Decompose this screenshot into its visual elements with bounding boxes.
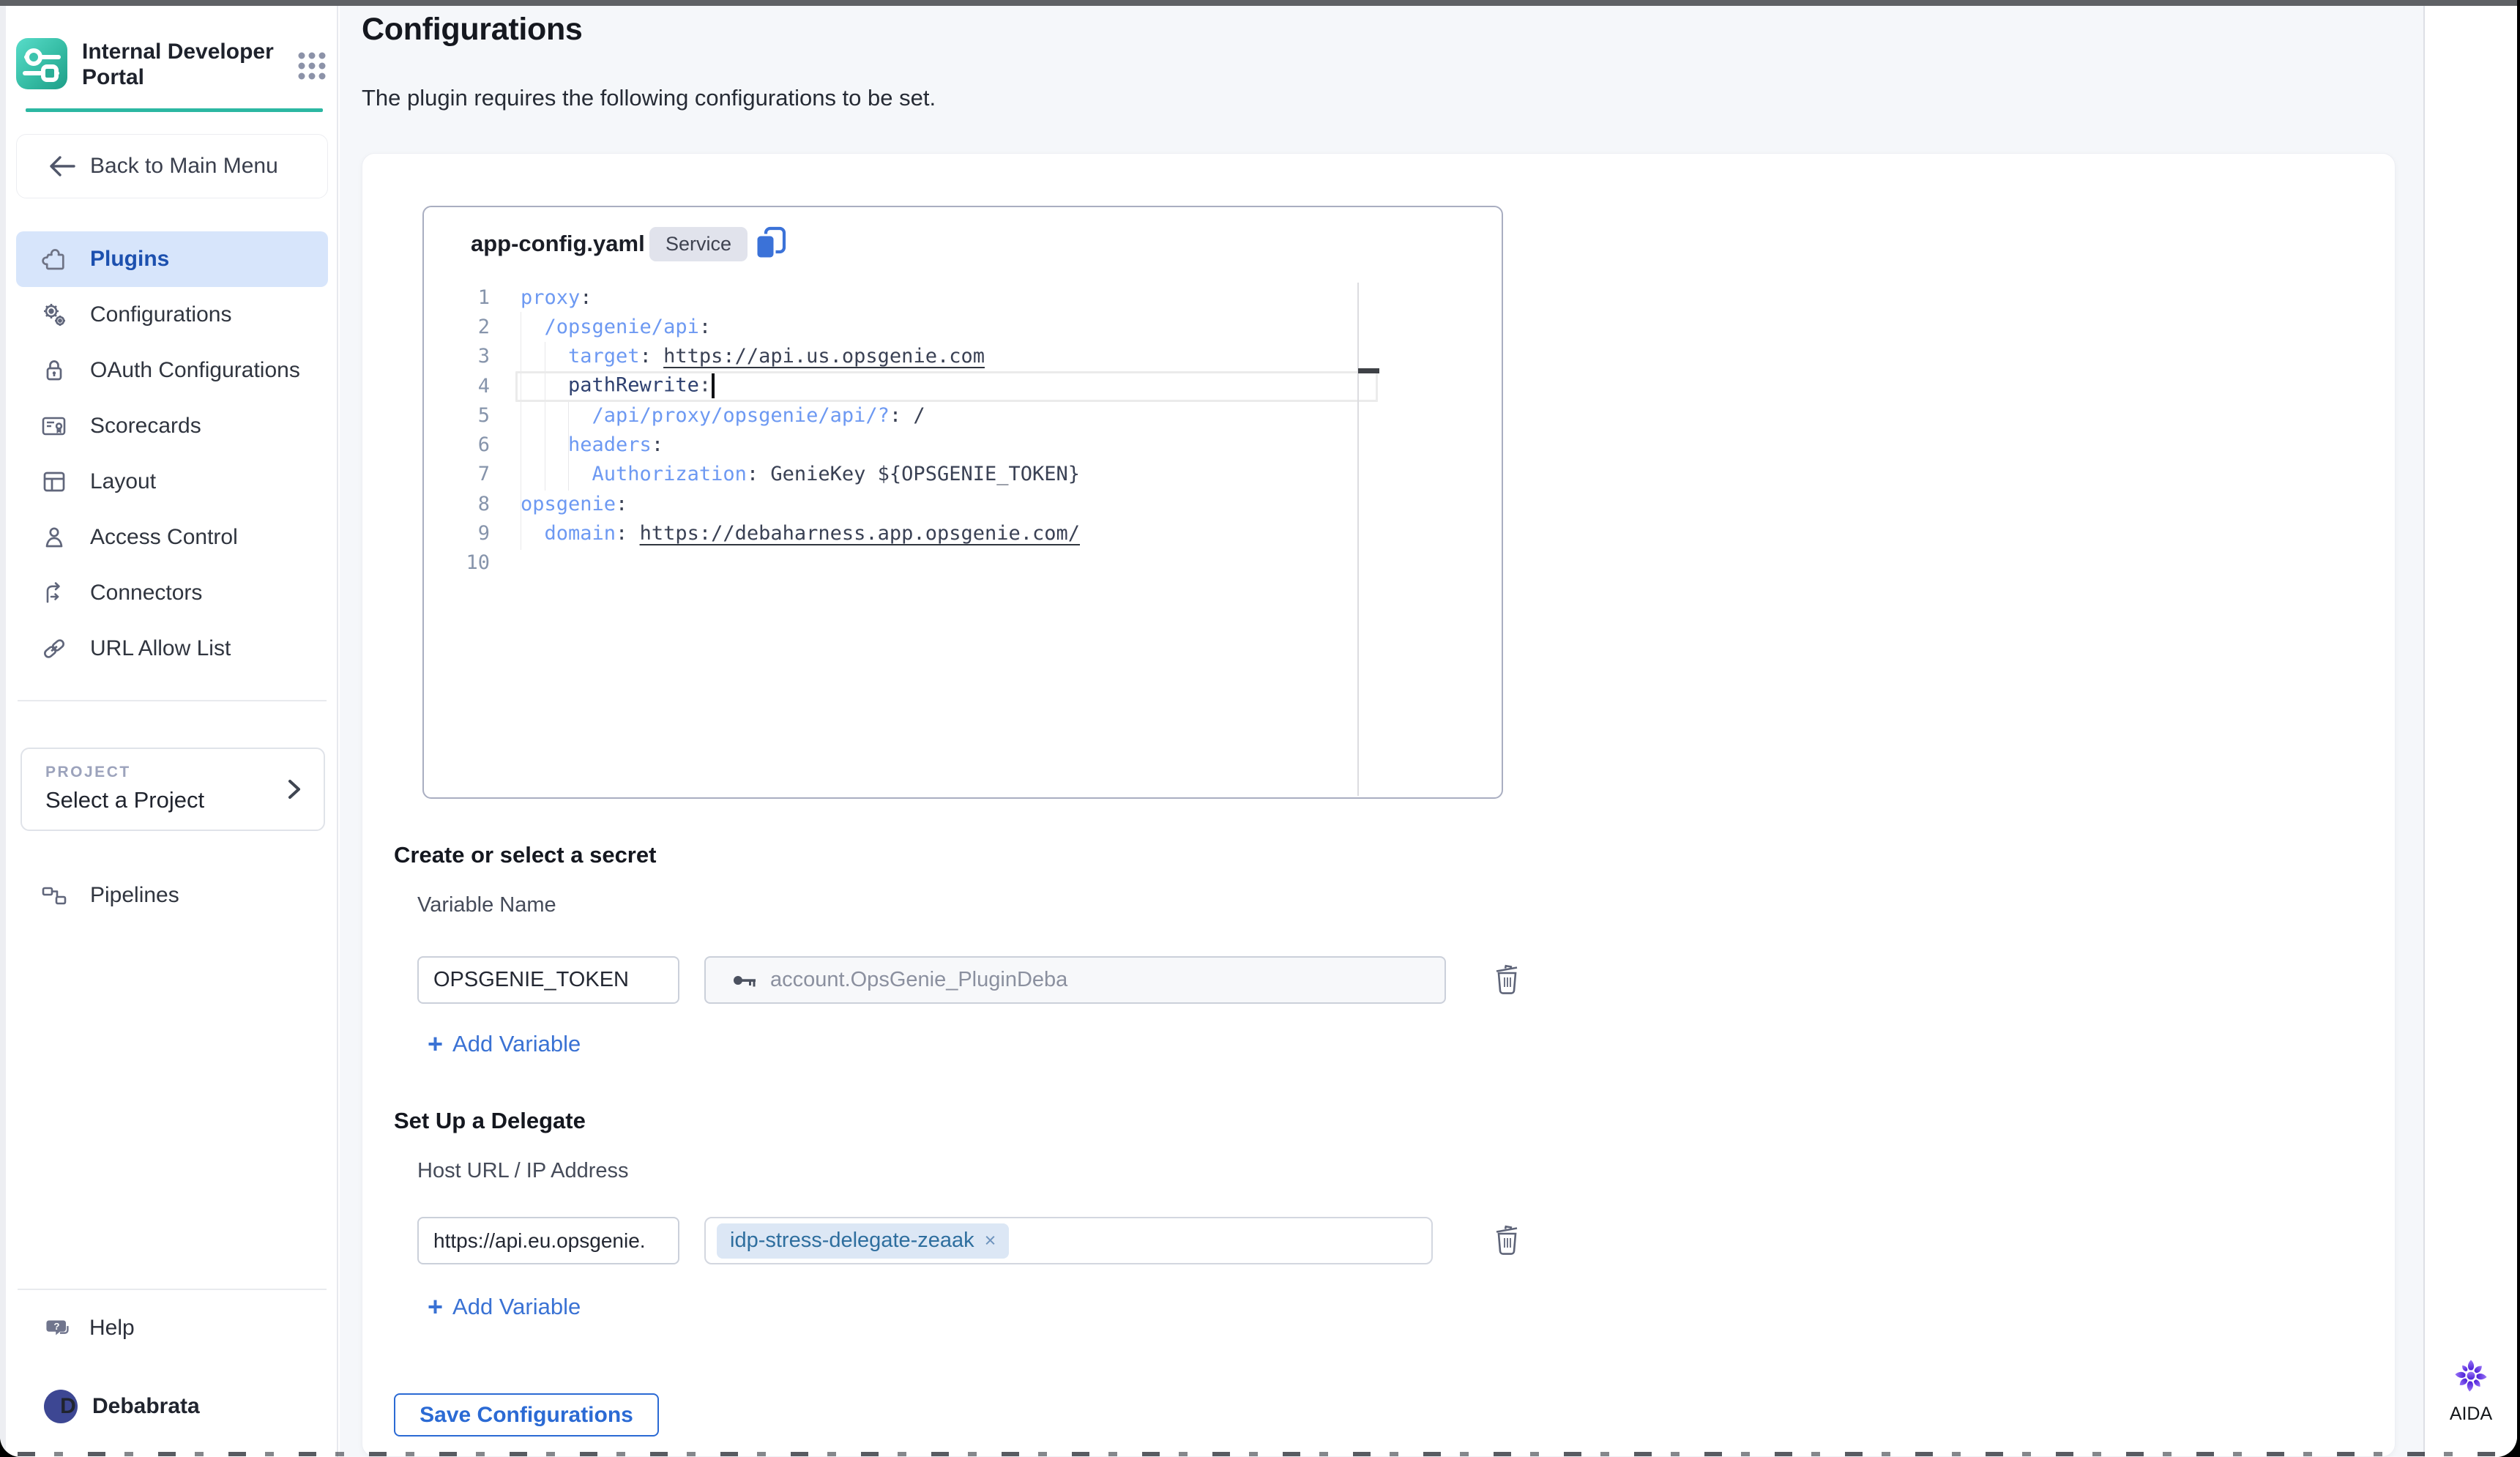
sidebar-nav: Plugins Configurations bbox=[16, 231, 328, 677]
arrow-left-icon bbox=[48, 154, 77, 179]
project-value: Select a Project bbox=[45, 787, 324, 813]
sidebar-item-label: OAuth Configurations bbox=[90, 358, 300, 383]
sidebar-item-pipelines[interactable]: Pipelines bbox=[16, 868, 328, 923]
user-menu[interactable]: D Debabrata bbox=[16, 1377, 328, 1436]
gears-icon bbox=[40, 301, 68, 329]
person-icon bbox=[40, 523, 68, 551]
sidebar-item-connectors[interactable]: Connectors bbox=[16, 565, 328, 621]
sidebar-item-configurations[interactable]: Configurations bbox=[16, 287, 328, 343]
project-selector[interactable]: PROJECT Select a Project bbox=[20, 748, 325, 831]
code-link: https://api.us.opsgenie.com bbox=[663, 345, 985, 368]
code-line: 7 Authorization: GenieKey ${OPSGENIE_TOK… bbox=[424, 460, 1376, 489]
window-top-edge bbox=[0, 0, 2517, 6]
sidebar-item-label: URL Allow List bbox=[90, 636, 231, 661]
avatar: D bbox=[44, 1390, 78, 1423]
secret-reference-value: account.OpsGenie_PluginDeba bbox=[770, 968, 1067, 992]
save-configurations-button[interactable]: Save Configurations bbox=[394, 1393, 659, 1436]
variable-name-label: Variable Name bbox=[417, 893, 556, 917]
sidebar-item-label: Layout bbox=[90, 469, 156, 494]
host-url-label: Host URL / IP Address bbox=[417, 1159, 629, 1183]
brand-divider bbox=[26, 108, 323, 112]
sidebar-item-label: Configurations bbox=[90, 302, 231, 327]
sidebar-item-oauth-configurations[interactable]: OAuth Configurations bbox=[16, 343, 328, 398]
code-line: 6 headers: bbox=[424, 430, 1376, 459]
pipelines-icon bbox=[40, 882, 68, 909]
add-variable-button-delegate[interactable]: + Add Variable bbox=[428, 1294, 581, 1320]
sidebar-item-scorecards[interactable]: Scorecards bbox=[16, 398, 328, 454]
brand-header: Internal Developer Portal bbox=[16, 38, 328, 90]
secret-section-heading: Create or select a secret bbox=[394, 842, 656, 868]
code-line: 1proxy: bbox=[424, 283, 1376, 312]
sidebar-item-label: Scorecards bbox=[90, 414, 201, 439]
editor-filename: app-config.yaml bbox=[471, 231, 645, 257]
puzzle-icon bbox=[40, 245, 68, 273]
code-line: 3 target: https://api.us.opsgenie.com bbox=[424, 342, 1376, 371]
key-icon bbox=[732, 972, 758, 988]
delete-secret-row-icon[interactable] bbox=[1491, 961, 1526, 999]
code-line: 8opsgenie: bbox=[424, 489, 1376, 518]
sidebar-item-label: Access Control bbox=[90, 525, 238, 550]
delegate-tag-select[interactable]: idp-stress-delegate-zeaak × bbox=[704, 1217, 1433, 1264]
sidebar-item-label: Plugins bbox=[90, 247, 169, 272]
delete-delegate-row-icon[interactable] bbox=[1491, 1221, 1526, 1259]
sidebar-item-label: Connectors bbox=[90, 581, 202, 605]
code-line: 2 /opsgenie/api: bbox=[424, 312, 1376, 341]
remove-tag-icon[interactable]: × bbox=[985, 1229, 996, 1252]
brand-title: Internal Developer Portal bbox=[82, 38, 274, 90]
back-to-main-menu[interactable]: Back to Main Menu bbox=[16, 134, 328, 198]
sidebar-item-access-control[interactable]: Access Control bbox=[16, 510, 328, 565]
clipped-content-edge bbox=[18, 1452, 2495, 1456]
layout-icon bbox=[40, 468, 68, 496]
editor-scope-badge: Service bbox=[649, 227, 748, 261]
sidebar-divider-bottom bbox=[18, 1289, 327, 1290]
aida-drawer: AIDA bbox=[2423, 6, 2517, 1457]
delegate-tag-chip: idp-stress-delegate-zeaak × bbox=[717, 1223, 1009, 1259]
page-subtitle: The plugin requires the following config… bbox=[362, 85, 936, 111]
code-link: https://debaharness.app.opsgenie.com/ bbox=[640, 522, 1080, 545]
lock-icon bbox=[40, 357, 68, 384]
app-grid-icon[interactable] bbox=[296, 50, 328, 90]
project-eyebrow: PROJECT bbox=[45, 764, 324, 781]
page-title: Configurations bbox=[362, 12, 583, 48]
code-line: 5 /api/proxy/opsgenie/api/?: / bbox=[424, 400, 1376, 430]
delegate-section-heading: Set Up a Delegate bbox=[394, 1108, 586, 1134]
sidebar-item-plugins[interactable]: Plugins bbox=[16, 231, 328, 287]
sidebar-item-url-allow-list[interactable]: URL Allow List bbox=[16, 621, 328, 677]
code-line: 9 domain: https://debaharness.app.opsgen… bbox=[424, 518, 1376, 548]
aida-label: AIDA bbox=[2450, 1404, 2492, 1425]
text-cursor bbox=[712, 373, 715, 398]
plus-icon: + bbox=[428, 1033, 443, 1055]
chevron-right-icon bbox=[286, 775, 305, 803]
host-url-input[interactable] bbox=[417, 1217, 679, 1264]
code-line-with-cursor: 4 pathRewrite: bbox=[424, 371, 1376, 400]
link-icon bbox=[40, 635, 68, 663]
app-window: Internal Developer Portal Back to Main M… bbox=[0, 0, 2517, 1457]
back-label: Back to Main Menu bbox=[90, 154, 278, 179]
plus-icon: + bbox=[428, 1296, 443, 1318]
copy-icon[interactable] bbox=[753, 226, 789, 263]
help-icon: ? bbox=[45, 1314, 73, 1342]
add-variable-button-secret[interactable]: + Add Variable bbox=[428, 1031, 581, 1057]
user-name: Debabrata bbox=[92, 1394, 200, 1419]
variable-name-input[interactable] bbox=[417, 956, 679, 1004]
sidebar-item-help[interactable]: ? Help bbox=[16, 1300, 328, 1356]
idp-logo bbox=[16, 38, 67, 89]
yaml-editor[interactable]: app-config.yaml Service 1proxy: 2 /opsge… bbox=[422, 206, 1503, 799]
code-area[interactable]: 1proxy: 2 /opsgenie/api: 3 target: https… bbox=[424, 283, 1376, 578]
scorecard-icon bbox=[40, 412, 68, 440]
sidebar-divider bbox=[18, 700, 327, 701]
sidebar-item-label: Help bbox=[89, 1316, 135, 1341]
sidebar: Internal Developer Portal Back to Main M… bbox=[6, 6, 338, 1457]
sidebar-item-layout[interactable]: Layout bbox=[16, 454, 328, 510]
window-left-edge bbox=[0, 6, 6, 1457]
sidebar-item-label: Pipelines bbox=[90, 883, 179, 908]
connectors-icon bbox=[40, 579, 68, 607]
aida-widget[interactable]: AIDA bbox=[2425, 1357, 2517, 1425]
aida-icon bbox=[2452, 1357, 2490, 1395]
svg-text:?: ? bbox=[53, 1321, 59, 1332]
idp-logo-icon bbox=[16, 38, 67, 89]
code-line: 10 bbox=[424, 548, 1376, 578]
secret-reference-select[interactable]: account.OpsGenie_PluginDeba bbox=[704, 956, 1446, 1004]
